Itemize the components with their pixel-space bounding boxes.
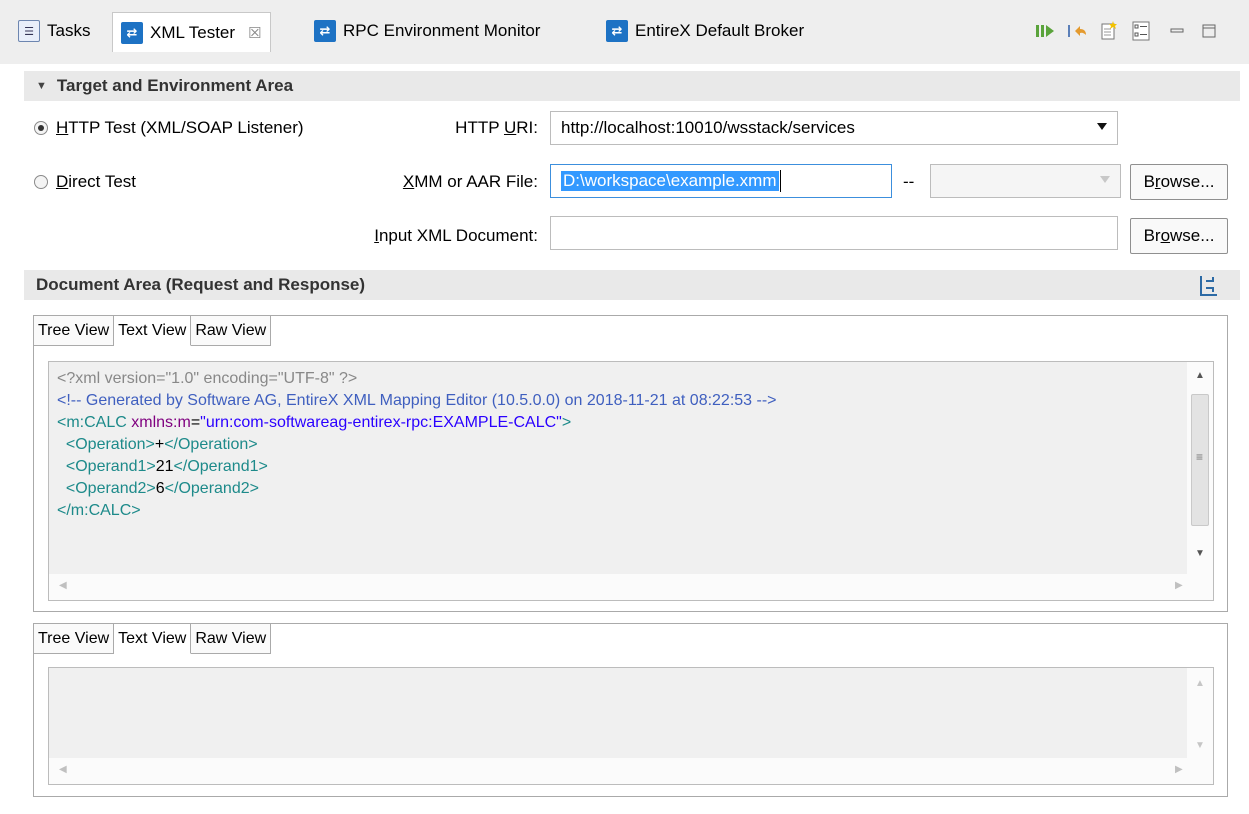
scroll-up-icon[interactable]: ▲ — [1187, 678, 1213, 689]
tab-text-view[interactable]: Text View — [114, 316, 192, 346]
editor-tab-bar: ☰ Tasks ⇄ XML Tester ☒ ⇄ RPC Environment… — [0, 0, 1249, 64]
input-xml-label: Input XML Document: — [374, 226, 538, 245]
section-title: Target and Environment Area — [56, 76, 294, 95]
chevron-down-icon — [1100, 176, 1110, 183]
tab-label: Tasks — [47, 21, 91, 40]
tab-tree-view[interactable]: Tree View — [34, 624, 115, 654]
grip-icon: ≡ — [1196, 450, 1204, 464]
xmm-file-value: D:\workspace\example.xmm — [561, 171, 779, 191]
direct-test-label: Direct Test — [56, 172, 136, 191]
vertical-scrollbar[interactable]: ▲ ▼ — [1187, 668, 1213, 758]
horizontal-scrollbar[interactable]: ◀ ▶ — [49, 574, 1213, 600]
xmm-file-combo — [930, 164, 1121, 198]
file-separator: -- — [903, 172, 915, 191]
scroll-down-icon[interactable]: ▼ — [1187, 548, 1213, 559]
request-pane: Tree View Text View Raw View <?xml versi… — [33, 315, 1228, 612]
close-icon[interactable]: ☒ — [248, 24, 261, 42]
tab-xml-tester[interactable]: ⇄ XML Tester ☒ — [112, 12, 271, 52]
layout-toggle-icon[interactable] — [1196, 274, 1220, 298]
reset-icon[interactable] — [1066, 20, 1088, 42]
http-test-radio[interactable]: HTTP Test (XML/SOAP Listener) — [34, 118, 304, 138]
xml-code[interactable]: <?xml version="1.0" encoding="UTF-8" ?> … — [57, 368, 777, 522]
chevron-down-icon[interactable] — [1097, 123, 1107, 130]
scroll-left-icon[interactable]: ◀ — [59, 764, 67, 775]
horizontal-scrollbar[interactable]: ◀ ▶ — [49, 758, 1213, 784]
direct-test-radio[interactable]: Direct Test — [34, 172, 136, 192]
tab-rpc-environment-monitor[interactable]: ⇄ RPC Environment Monitor — [306, 13, 548, 49]
request-text-editor[interactable]: <?xml version="1.0" encoding="UTF-8" ?> … — [48, 361, 1214, 601]
http-uri-label: HTTP URI: — [455, 118, 538, 137]
maximize-icon[interactable] — [1198, 20, 1220, 42]
vertical-scrollbar[interactable]: ▲ ≡ ▼ — [1187, 362, 1213, 574]
section-title: Document Area (Request and Response) — [36, 275, 366, 294]
tab-entirex-default-broker[interactable]: ⇄ EntireX Default Broker — [598, 13, 812, 49]
minimize-icon[interactable] — [1166, 20, 1188, 42]
response-view-tabs: Tree View Text View Raw View — [34, 624, 272, 654]
tab-raw-view[interactable]: Raw View — [191, 316, 272, 346]
scroll-right-icon[interactable]: ▶ — [1175, 580, 1183, 591]
tab-label: EntireX Default Broker — [635, 21, 805, 40]
tab-label: RPC Environment Monitor — [343, 21, 541, 40]
outline-icon[interactable] — [1130, 20, 1152, 42]
xml-tester-icon: ⇄ — [121, 21, 143, 44]
tab-raw-view[interactable]: Raw View — [191, 624, 272, 654]
tab-tasks[interactable]: ☰ Tasks — [10, 13, 98, 49]
radio-unselected-icon[interactable] — [34, 175, 48, 189]
browse-xmm-button[interactable]: Br owse... — [1130, 164, 1228, 200]
text-cursor — [779, 170, 781, 192]
browse-input-button[interactable]: Br o wse... — [1130, 218, 1228, 254]
http-test-label: HTTP Test (XML/SOAP Listener) — [56, 118, 304, 137]
radio-selected-icon[interactable] — [34, 121, 48, 135]
scroll-up-icon[interactable]: ▲ — [1187, 370, 1213, 381]
xmm-file-input[interactable]: D:\workspace\example.xmm — [550, 164, 892, 198]
request-view-tabs: Tree View Text View Raw View — [34, 316, 272, 346]
response-pane: Tree View Text View Raw View ▲ ▼ ◀ ▶ — [33, 623, 1228, 797]
broker-icon: ⇄ — [606, 20, 628, 42]
collapse-icon[interactable]: ▼ — [36, 80, 47, 92]
document-area-header: Document Area (Request and Response) — [24, 270, 1240, 300]
http-uri-combo[interactable]: http://localhost:10010/wsstack/services — [550, 111, 1118, 145]
http-uri-value: http://localhost:10010/wsstack/services — [561, 118, 855, 137]
rpc-monitor-icon: ⇄ — [314, 20, 336, 42]
target-environment-header[interactable]: ▼ Target and Environment Area — [24, 71, 1240, 101]
input-xml-field[interactable] — [550, 216, 1118, 250]
run-icon[interactable] — [1034, 20, 1056, 42]
tab-tree-view[interactable]: Tree View — [34, 316, 115, 346]
tab-label: XML Tester — [150, 22, 236, 42]
scroll-left-icon[interactable]: ◀ — [59, 580, 67, 591]
tasks-icon: ☰ — [18, 20, 40, 42]
response-text-editor[interactable]: ▲ ▼ ◀ ▶ — [48, 667, 1214, 785]
new-document-icon[interactable] — [1098, 20, 1120, 42]
scroll-down-icon[interactable]: ▼ — [1187, 740, 1213, 751]
scroll-right-icon[interactable]: ▶ — [1175, 764, 1183, 775]
tab-text-view[interactable]: Text View — [114, 624, 192, 654]
xmm-file-label: XMM or AAR File: — [402, 172, 538, 191]
